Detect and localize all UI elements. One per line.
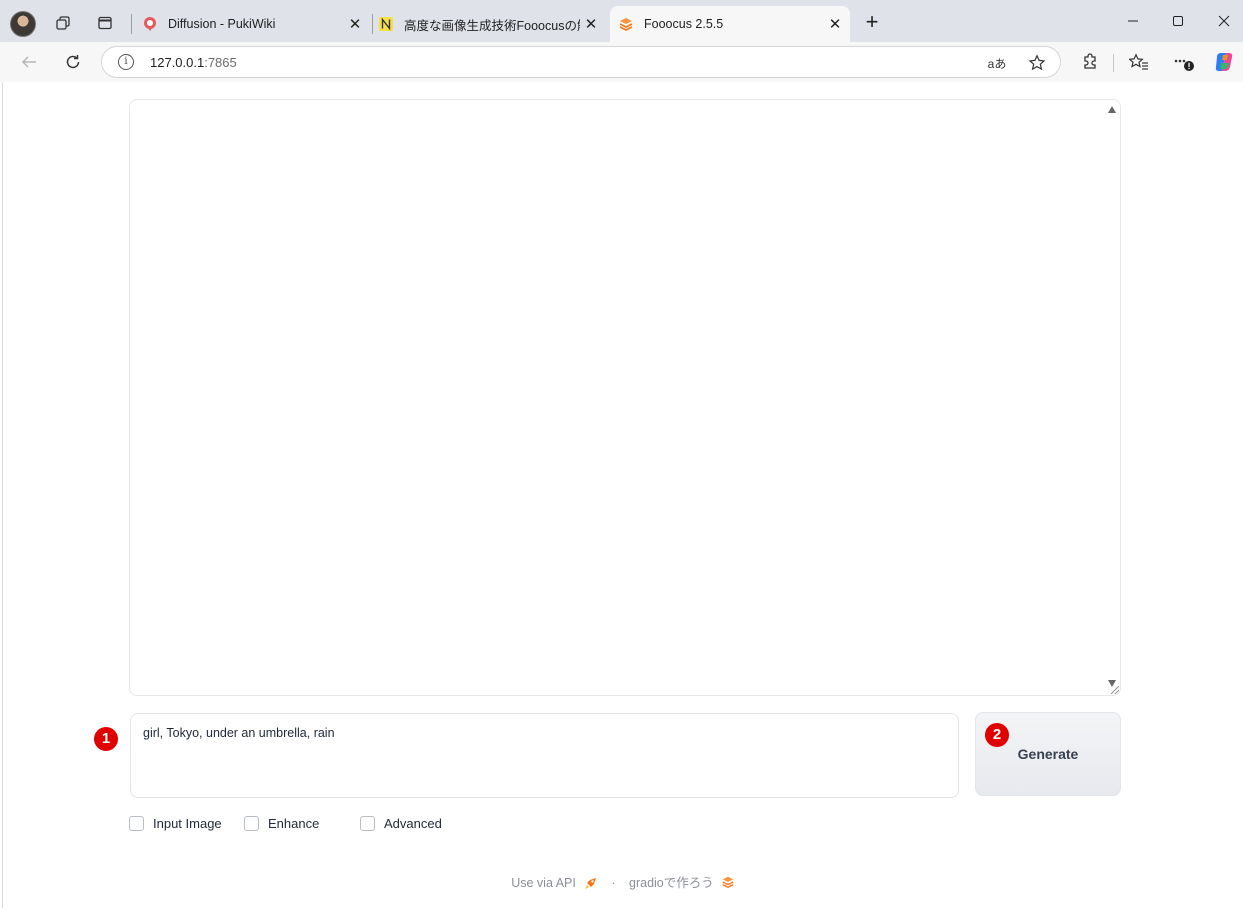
copilot-icon[interactable] <box>1211 50 1237 74</box>
checkbox-box[interactable] <box>360 816 375 831</box>
page-footer: Use via API · gradioで作ろう <box>3 872 1243 891</box>
use-via-api-link[interactable]: Use via API <box>511 876 598 890</box>
prompt-input[interactable] <box>130 713 959 798</box>
scroll-up-arrow-icon[interactable] <box>1108 106 1116 113</box>
pukiwiki-icon <box>142 16 158 32</box>
close-icon[interactable]: ✕ <box>580 13 602 35</box>
vertical-tabs-icon[interactable] <box>94 12 116 34</box>
maximize-icon[interactable] <box>1167 10 1189 32</box>
checkbox-label: Advanced <box>384 816 442 831</box>
checkbox-label: Enhance <box>268 816 320 831</box>
advanced-checkbox[interactable]: Advanced <box>360 816 442 831</box>
api-label: Use via API <box>511 876 576 890</box>
output-gallery <box>129 99 1121 696</box>
tab-strip: Diffusion - PukiWiki ✕ 高度な画像生成技術Fooocusの… <box>0 0 1243 42</box>
workspaces-icon[interactable] <box>52 12 74 34</box>
tab-diffusion-pukiwiki[interactable]: Diffusion - PukiWiki ✕ <box>134 6 370 42</box>
tab-fooocus[interactable]: Fooocus 2.5.5 ✕ <box>610 6 850 42</box>
back-arrow-icon[interactable] <box>16 50 42 74</box>
more-menu-icon[interactable] <box>1170 50 1196 74</box>
checkbox-label: Input Image <box>153 816 222 831</box>
input-image-checkbox[interactable]: Input Image <box>129 816 222 831</box>
resize-handle-icon[interactable] <box>1111 686 1119 694</box>
annotation-badge-1: 1 <box>94 727 118 751</box>
favorite-star-icon[interactable] <box>1027 53 1047 73</box>
fooocus-icon <box>618 16 634 32</box>
address-bar[interactable]: i 127.0.0.1:7865 aあ <box>101 46 1061 78</box>
rocket-icon <box>584 878 596 889</box>
address-text: 127.0.0.1:7865 <box>150 55 237 70</box>
checkbox-box[interactable] <box>129 816 144 831</box>
notion-icon <box>378 16 394 32</box>
tab-fooocus-article[interactable]: 高度な画像生成技術Fooocusの解説 ✕ <box>370 6 606 42</box>
gradio-logo-icon <box>722 876 734 888</box>
read-aloud-icon[interactable]: aあ <box>987 53 1007 73</box>
tab-title: Diffusion - PukiWiki <box>168 17 276 31</box>
profile-avatar[interactable] <box>10 11 36 37</box>
tab-title: 高度な画像生成技術Fooocusの解説 <box>404 18 580 33</box>
site-info-icon[interactable]: i <box>118 54 134 70</box>
window-close-icon[interactable] <box>1213 10 1235 32</box>
tab-title: Fooocus 2.5.5 <box>644 17 724 31</box>
annotation-badge-2: 2 <box>985 723 1009 747</box>
address-host: 127.0.0.1 <box>150 55 205 70</box>
checkbox-box[interactable] <box>244 816 259 831</box>
address-port: :7865 <box>204 55 237 70</box>
refresh-icon[interactable] <box>60 50 86 74</box>
gradio-label: gradioで作ろう <box>629 876 714 890</box>
tab-separator <box>131 14 132 34</box>
footer-separator: · <box>611 876 616 890</box>
toolbar-separator <box>1113 54 1114 72</box>
favorites-icon[interactable] <box>1126 50 1152 74</box>
extensions-icon[interactable] <box>1077 50 1103 74</box>
gradio-link[interactable]: gradioで作ろう <box>629 872 735 891</box>
close-icon[interactable]: ✕ <box>824 13 846 35</box>
minimize-icon[interactable] <box>1122 10 1144 32</box>
new-tab-button[interactable]: + <box>861 11 883 34</box>
close-icon[interactable]: ✕ <box>344 13 366 35</box>
enhance-checkbox[interactable]: Enhance <box>244 816 319 831</box>
browser-toolbar: i 127.0.0.1:7865 aあ <box>0 42 1243 82</box>
fooocus-page: 1 Generate 2 Input Image Enhance Advance… <box>2 82 1242 908</box>
generate-label: Generate <box>1017 746 1079 762</box>
